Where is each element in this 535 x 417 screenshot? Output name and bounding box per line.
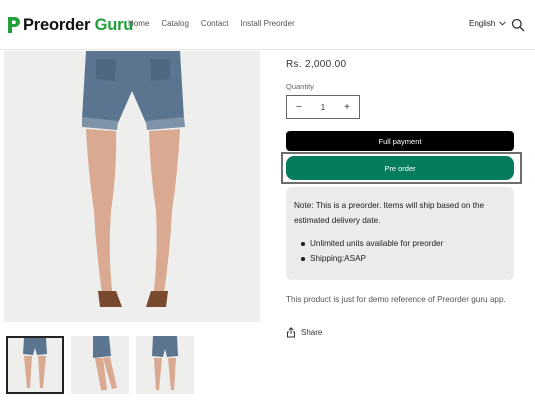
main-nav: Home Catalog Contact Install Preorder [128,19,295,28]
product-price: Rs. 2,000.00 [286,59,347,70]
quantity-increase-button[interactable]: + [335,102,359,113]
quantity-decrease-button[interactable]: − [287,102,311,113]
thumbnail-front-view[interactable] [136,336,194,394]
logo-p-icon [6,16,21,34]
product-main-image[interactable] [4,51,260,322]
preorder-note: Note: This is a preorder. Items will shi… [286,187,514,280]
quantity-stepper: − 1 + [286,95,360,119]
full-payment-button[interactable]: Full payment [286,131,514,151]
share-icon [287,327,295,338]
product-description: This product is just for demo reference … [286,295,506,304]
preorder-note-text: Note: This is a preorder. Items will shi… [294,201,485,225]
share-label: Share [301,328,323,337]
preorder-note-list: Unlimited units available for preorder S… [294,236,506,266]
share-button[interactable]: Share [286,327,322,338]
logo[interactable]: Preorder Guru [6,14,133,36]
quantity-input[interactable]: 1 [311,103,335,112]
site-header: Preorder Guru Home Catalog Contact Insta… [0,0,535,50]
nav-install-preorder[interactable]: Install Preorder [241,19,295,28]
list-item: Unlimited units available for preorder [301,236,506,251]
nav-contact[interactable]: Contact [201,19,229,28]
list-item: Shipping:ASAP [301,251,506,266]
language-label: English [469,19,496,28]
product-thumbnails [6,336,194,394]
thumbnail-side-view[interactable] [71,336,129,394]
preorder-button[interactable]: Pre order [286,156,514,180]
quantity-label: Quantity [286,82,314,91]
nav-catalog[interactable]: Catalog [161,19,189,28]
language-selector[interactable]: English [469,19,507,28]
chevron-down-icon [499,21,507,26]
logo-text: Preorder Guru [23,15,134,34]
nav-home[interactable]: Home [128,19,149,28]
thumbnail-back-view[interactable] [6,336,64,394]
search-icon[interactable] [511,18,525,32]
